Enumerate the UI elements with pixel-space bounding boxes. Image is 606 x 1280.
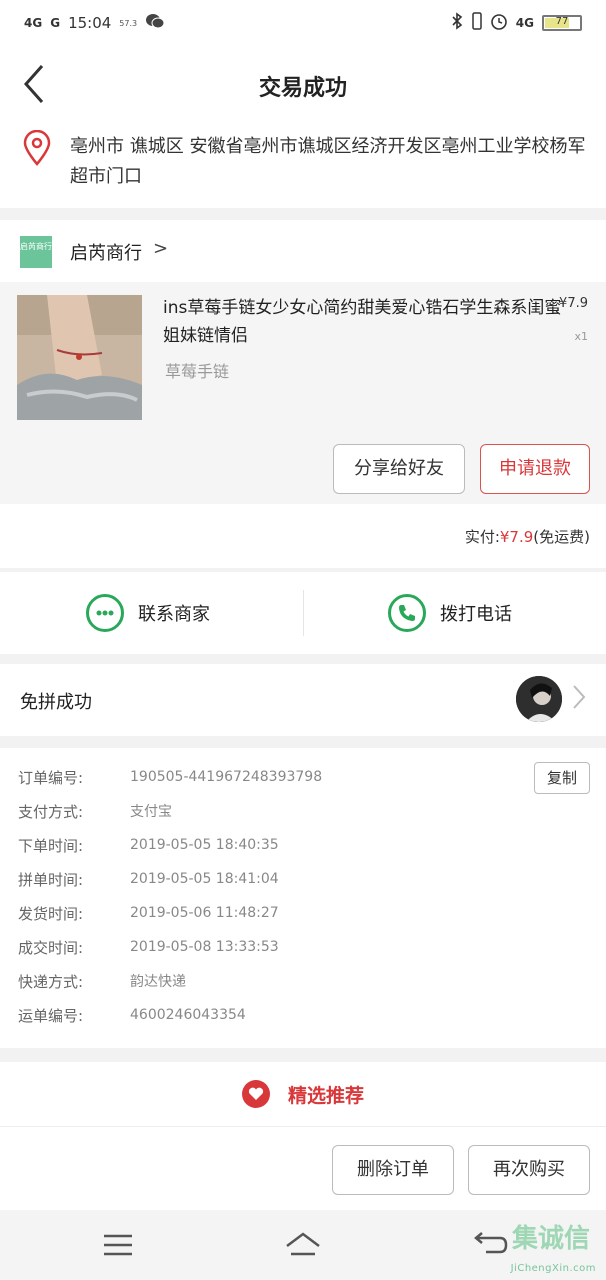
- phone-icon: [472, 12, 482, 34]
- status-bar: 4G G 15:04 57.3 4G 77: [0, 0, 606, 46]
- delete-order-button[interactable]: 删除订单: [332, 1145, 454, 1195]
- shop-name: 启芮商行: [70, 243, 142, 264]
- detail-value: 2019-05-06 11:48:27: [130, 905, 279, 921]
- address-text: 亳州市 谯城区 安徽省亳州市谯城区经济开发区亳州工业学校杨军超市门口: [70, 136, 586, 187]
- battery-icon: 77: [542, 15, 582, 31]
- detail-value: 支付宝: [130, 804, 172, 820]
- shipping-address: 亳州市 谯城区 安徽省亳州市谯城区经济开发区亳州工业学校杨军超市门口: [0, 122, 606, 208]
- alarm-icon: [490, 12, 508, 34]
- detail-value: 190505-441967248393798: [130, 769, 323, 785]
- watermark-logo: 集诚信 JiChengXin.com: [482, 1216, 600, 1276]
- contact-merchant-label: 联系商家: [138, 604, 210, 625]
- avatar[interactable]: [516, 676, 562, 722]
- call-button[interactable]: 拨打电话: [388, 572, 512, 654]
- copy-button[interactable]: 复制: [534, 762, 590, 794]
- nav-bar: 交易成功: [0, 46, 606, 122]
- detail-label: 订单编号:: [18, 768, 84, 787]
- detail-row: 发货时间: 2019-05-06 11:48:27: [18, 898, 279, 928]
- system-nav-bar: 集诚信 JiChengXin.com: [0, 1210, 606, 1280]
- home-button[interactable]: [283, 1228, 323, 1262]
- detail-label: 成交时间:: [18, 938, 84, 957]
- detail-value: 2019-05-05 18:41:04: [130, 871, 279, 887]
- detail-row: 拼单时间: 2019-05-05 18:41:04: [18, 864, 279, 894]
- product-thumbnail[interactable]: [17, 295, 142, 420]
- phone-call-icon: [388, 594, 426, 632]
- refund-button[interactable]: 申请退款: [480, 444, 590, 494]
- menu-icon: [104, 1234, 132, 1256]
- status-time: 15:04: [68, 14, 112, 32]
- order-details: 复制 订单编号: 190505-441967248393798 支付方式: 支付…: [0, 748, 606, 1048]
- detail-row: 订单编号: 190505-441967248393798: [18, 762, 322, 792]
- call-label: 拨打电话: [440, 604, 512, 625]
- detail-label: 支付方式:: [18, 802, 84, 821]
- detail-value: 2019-05-05 18:40:35: [130, 837, 279, 853]
- chat-icon: [86, 594, 124, 632]
- bluetooth-icon: [450, 12, 464, 34]
- paid-prefix: 实付:: [464, 528, 500, 546]
- network-speed: 57.3: [119, 18, 138, 28]
- signal-4g-indicator: 4G: [24, 16, 43, 30]
- watermark-cn: 集诚信: [511, 1224, 590, 1254]
- product-item[interactable]: ins草莓手链女少女心简约甜美爱心锆石学生森系闺蜜姐妹链情侣 ¥7.9 x1 草…: [0, 282, 606, 434]
- payment-summary: 实付:¥7.9(免运费): [0, 504, 606, 568]
- page-title: 交易成功: [258, 76, 347, 101]
- wechat-icon: [145, 12, 165, 34]
- chevron-right-icon: >: [153, 238, 169, 259]
- detail-value: 2019-05-08 13:33:53: [130, 939, 279, 955]
- group-status-row[interactable]: 免拼成功: [0, 664, 606, 736]
- recommend-title: 精选推荐: [287, 1084, 364, 1107]
- shop-row[interactable]: 启芮商行 启芮商行 >: [0, 220, 606, 282]
- signal-4g-right-indicator: 4G: [515, 16, 534, 30]
- detail-row: 快递方式: 韵达快递: [18, 966, 186, 996]
- contact-row: 联系商家 拨打电话: [0, 572, 606, 654]
- paid-amount: ¥7.9: [499, 528, 534, 546]
- product-quantity: x1: [574, 330, 588, 343]
- signal-g-indicator: G: [50, 16, 61, 30]
- detail-row: 运单编号: 4600246043354: [18, 1000, 246, 1030]
- group-status-label: 免拼成功: [20, 692, 92, 713]
- detail-value: 韵达快递: [130, 974, 186, 990]
- detail-label: 运单编号:: [18, 1006, 84, 1025]
- order-actions: 分享给好友 申请退款: [0, 434, 606, 504]
- share-button[interactable]: 分享给好友: [333, 444, 465, 494]
- location-pin-icon: [22, 129, 52, 166]
- detail-label: 拼单时间:: [18, 870, 84, 889]
- shop-logo: 启芮商行: [20, 236, 52, 268]
- detail-label: 下单时间:: [18, 836, 84, 855]
- bottom-actions: 删除订单 再次购买: [0, 1126, 606, 1210]
- detail-label: 发货时间:: [18, 904, 84, 923]
- divider: [303, 590, 304, 636]
- detail-value: 4600246043354: [130, 1007, 246, 1023]
- product-price: ¥7.9: [559, 296, 588, 311]
- product-title: ins草莓手链女少女心简约甜美爱心锆石学生森系闺蜜姐妹链情侣: [163, 298, 562, 346]
- detail-row: 成交时间: 2019-05-08 13:33:53: [18, 932, 279, 962]
- watermark-en: JiChengXin.com: [510, 1263, 596, 1274]
- chevron-right-icon: [572, 684, 586, 716]
- home-icon: [286, 1232, 320, 1256]
- shipping-note: (免运费): [533, 528, 590, 546]
- menu-button[interactable]: [98, 1228, 138, 1262]
- detail-label: 快递方式:: [18, 972, 84, 991]
- contact-merchant-button[interactable]: 联系商家: [86, 572, 210, 654]
- buy-again-button[interactable]: 再次购买: [468, 1145, 590, 1195]
- recommend-section: 精选推荐: [0, 1062, 606, 1126]
- detail-row: 下单时间: 2019-05-05 18:40:35: [18, 830, 279, 860]
- heart-icon: [241, 1080, 270, 1108]
- battery-level: 77: [555, 16, 569, 27]
- detail-row: 支付方式: 支付宝: [18, 796, 172, 826]
- product-sku: 草莓手链: [165, 362, 230, 381]
